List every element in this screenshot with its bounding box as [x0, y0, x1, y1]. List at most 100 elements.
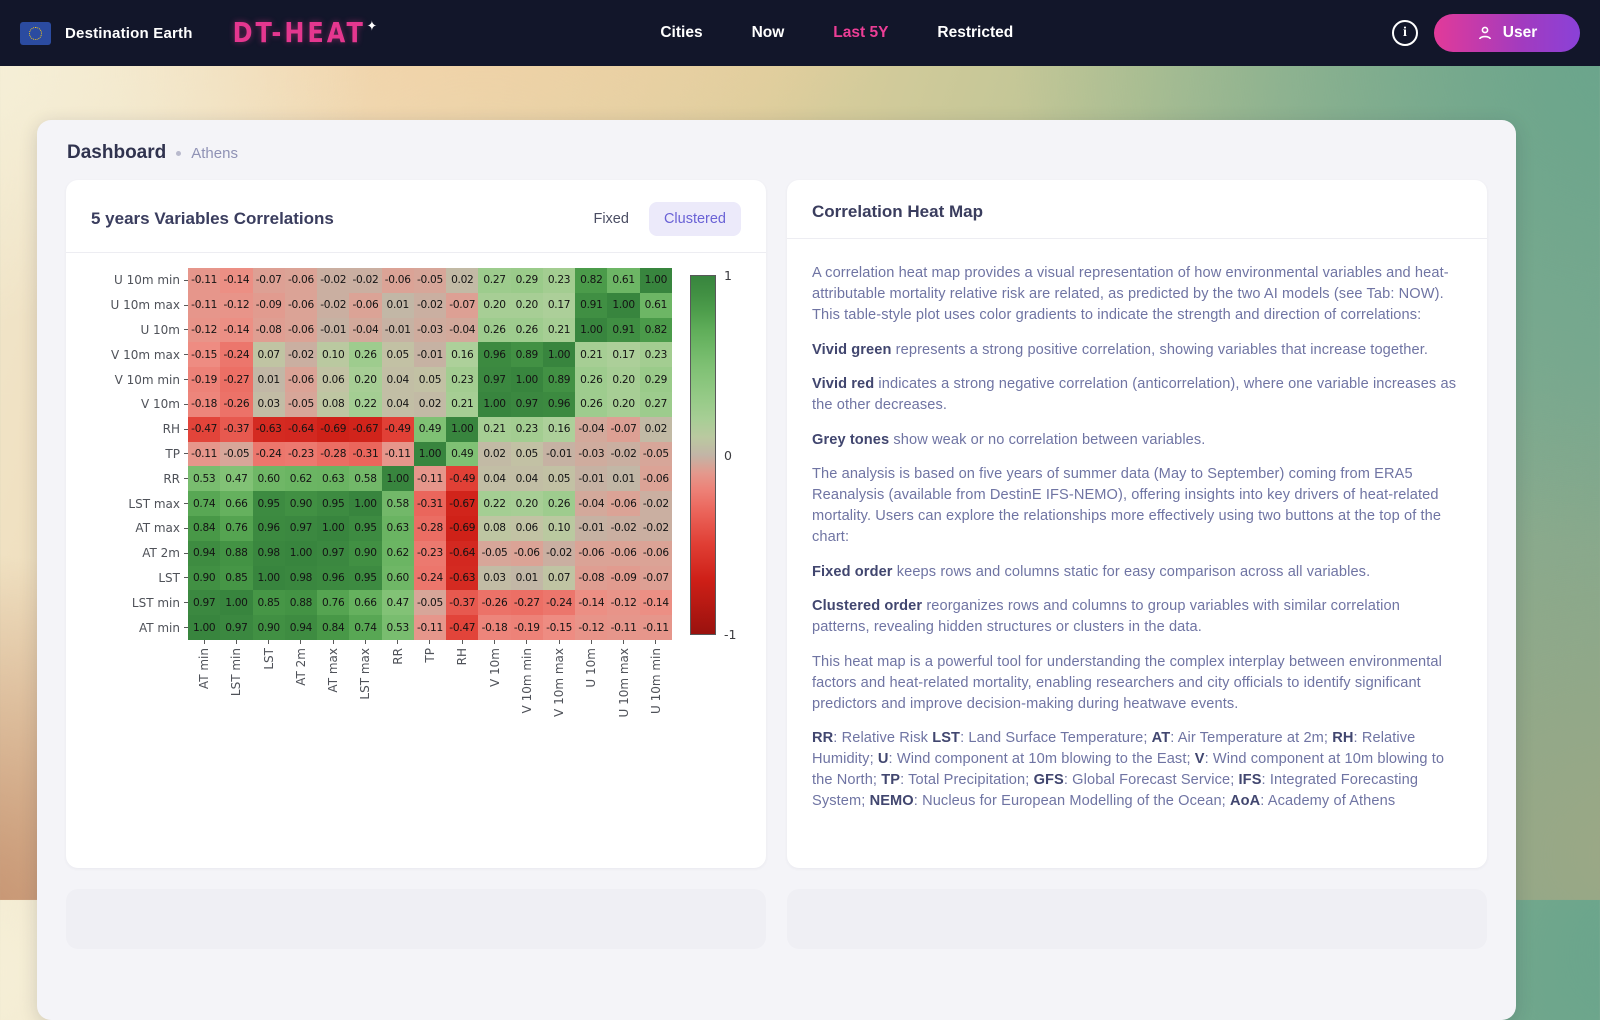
heatmap-cell: 1.00 [349, 491, 381, 516]
heatmap-cell: -0.18 [188, 392, 220, 417]
heatmap-cell: -0.37 [220, 417, 252, 442]
description-paragraph: Fixed order keeps rows and columns stati… [812, 562, 1457, 583]
heatmap-cell: 0.20 [511, 491, 543, 516]
heatmap-cell: 0.20 [607, 367, 639, 392]
heatmap-cell: -0.26 [478, 590, 510, 615]
heatmap-cell: 0.21 [575, 342, 607, 367]
heatmap-cell: -0.01 [575, 516, 607, 541]
heatmap-cell: 0.96 [317, 566, 349, 591]
heatmap-row-label: LST [66, 566, 188, 591]
heatmap-cell: -0.19 [188, 367, 220, 392]
heatmap-cell: -0.03 [575, 442, 607, 467]
heatmap-cell: -0.14 [220, 268, 252, 293]
heatmap-cell: 1.00 [640, 268, 672, 293]
heatmap-cell: 0.95 [349, 566, 381, 591]
heatmap-cell: 0.04 [478, 466, 510, 491]
clustered-order-button[interactable]: Clustered [649, 202, 741, 236]
heatmap-cell: 0.27 [478, 268, 510, 293]
heatmap-cell: 0.90 [188, 566, 220, 591]
heatmap-row-labels: U 10m minU 10m maxU 10mV 10m maxV 10m mi… [66, 268, 188, 640]
heatmap-cell: 0.02 [478, 442, 510, 467]
heatmap-cell: -0.06 [285, 293, 317, 318]
heatmap-cell: 0.91 [575, 293, 607, 318]
heatmap-cell: 0.63 [382, 516, 414, 541]
nav-item-restricted[interactable]: Restricted [937, 24, 1013, 42]
top-navbar: Destination Earth DT-HEAT✦ Cities Now La… [0, 0, 1600, 66]
breadcrumb-city: Athens [191, 145, 238, 162]
heatmap-cell: 0.17 [607, 342, 639, 367]
heatmap-cell: 0.61 [640, 293, 672, 318]
fixed-order-button[interactable]: Fixed [579, 202, 642, 236]
correlations-title: 5 years Variables Correlations [91, 209, 334, 229]
heatmap-column-label: AT 2m [285, 648, 317, 738]
nav-item-now[interactable]: Now [752, 24, 785, 42]
heatmap-cell: -0.07 [640, 566, 672, 591]
heatmap-cell: -0.24 [543, 590, 575, 615]
dashboard-wrapper: Dashboard Athens 5 years Variables Corre… [37, 120, 1516, 1020]
heatmap-cell: 0.95 [253, 491, 285, 516]
info-icon[interactable]: i [1392, 20, 1418, 46]
heatmap-cell: -0.02 [607, 516, 639, 541]
heatmap-row-label: U 10m max [66, 293, 188, 318]
heatmap-cell: -0.04 [575, 417, 607, 442]
heatmap-cell: 0.08 [478, 516, 510, 541]
heatmap-cell: 0.98 [253, 541, 285, 566]
heatmap-cell: -0.63 [446, 566, 478, 591]
heatmap-cell: -0.06 [640, 466, 672, 491]
heatmap-colorbar [690, 275, 716, 635]
next-card-left [66, 889, 766, 949]
description-paragraph: RR: Relative Risk LST: Land Surface Temp… [812, 728, 1457, 812]
brand-group: Destination Earth DT-HEAT✦ [20, 19, 379, 47]
heatmap-cell: -0.28 [317, 442, 349, 467]
heatmap-description-card: Correlation Heat Map A correlation heat … [787, 180, 1487, 868]
heatmap-cell: -0.49 [446, 466, 478, 491]
nav-item-last-5y[interactable]: Last 5Y [833, 24, 888, 42]
heatmap-cell: -0.01 [575, 466, 607, 491]
heatmap-column-label: V 10m min [511, 648, 543, 738]
heatmap-cell: 0.96 [253, 516, 285, 541]
description-paragraph: The analysis is based on five years of s… [812, 464, 1457, 548]
description-paragraph: Vivid green represents a strong positive… [812, 340, 1457, 361]
heatmap-cell: -0.08 [253, 318, 285, 343]
nav-item-cities[interactable]: Cities [660, 24, 702, 42]
description-paragraph: This heat map is a powerful tool for und… [812, 652, 1457, 715]
heatmap-cell: -0.26 [220, 392, 252, 417]
correlations-card: 5 years Variables Correlations Fixed Clu… [66, 180, 766, 868]
user-button[interactable]: User [1434, 14, 1580, 52]
heatmap-cell: 0.82 [575, 268, 607, 293]
heatmap-cell: -0.27 [511, 590, 543, 615]
heatmap-cell: 0.84 [188, 516, 220, 541]
breadcrumb-dashboard[interactable]: Dashboard [67, 142, 166, 164]
heatmap-column-label: AT max [317, 648, 349, 738]
heatmap-cell: -0.05 [640, 442, 672, 467]
heatmap-cell: -0.06 [285, 367, 317, 392]
description-body: A correlation heat map provides a visual… [787, 239, 1487, 812]
heatmap-row-label: V 10m min [66, 367, 188, 392]
heatmap-cell: 0.06 [317, 367, 349, 392]
heatmap-cell: 0.10 [543, 516, 575, 541]
heatmap-cell: 0.23 [543, 268, 575, 293]
heatmap-cell: -0.63 [253, 417, 285, 442]
heatmap-cell: -0.01 [543, 442, 575, 467]
heatmap-cell: 0.05 [511, 442, 543, 467]
heatmap-cell: 0.02 [640, 417, 672, 442]
heatmap-cell: -0.15 [188, 342, 220, 367]
heatmap-cell: 0.60 [382, 566, 414, 591]
heatmap-cell: 0.26 [575, 367, 607, 392]
heatmap-cell: 0.21 [543, 318, 575, 343]
correlation-heatmap: U 10m minU 10m maxU 10mV 10m maxV 10m mi… [66, 240, 766, 868]
heatmap-cell: 0.22 [349, 392, 381, 417]
heatmap-cell: -0.11 [414, 615, 446, 640]
colorbar-labels: 1 0 -1 [724, 268, 736, 642]
person-icon [1477, 25, 1493, 41]
heatmap-cell: -0.02 [349, 268, 381, 293]
heatmap-cell: 0.20 [349, 367, 381, 392]
heatmap-cell: -0.06 [349, 293, 381, 318]
heatmap-cell: -0.11 [607, 615, 639, 640]
heatmap-cell: 0.62 [285, 466, 317, 491]
heatmap-cell: 0.53 [382, 615, 414, 640]
heatmap-column-label: TP [414, 648, 446, 738]
heatmap-cell: 0.47 [220, 466, 252, 491]
heatmap-column-label: U 10m [575, 648, 607, 738]
heatmap-cell: -0.02 [317, 293, 349, 318]
